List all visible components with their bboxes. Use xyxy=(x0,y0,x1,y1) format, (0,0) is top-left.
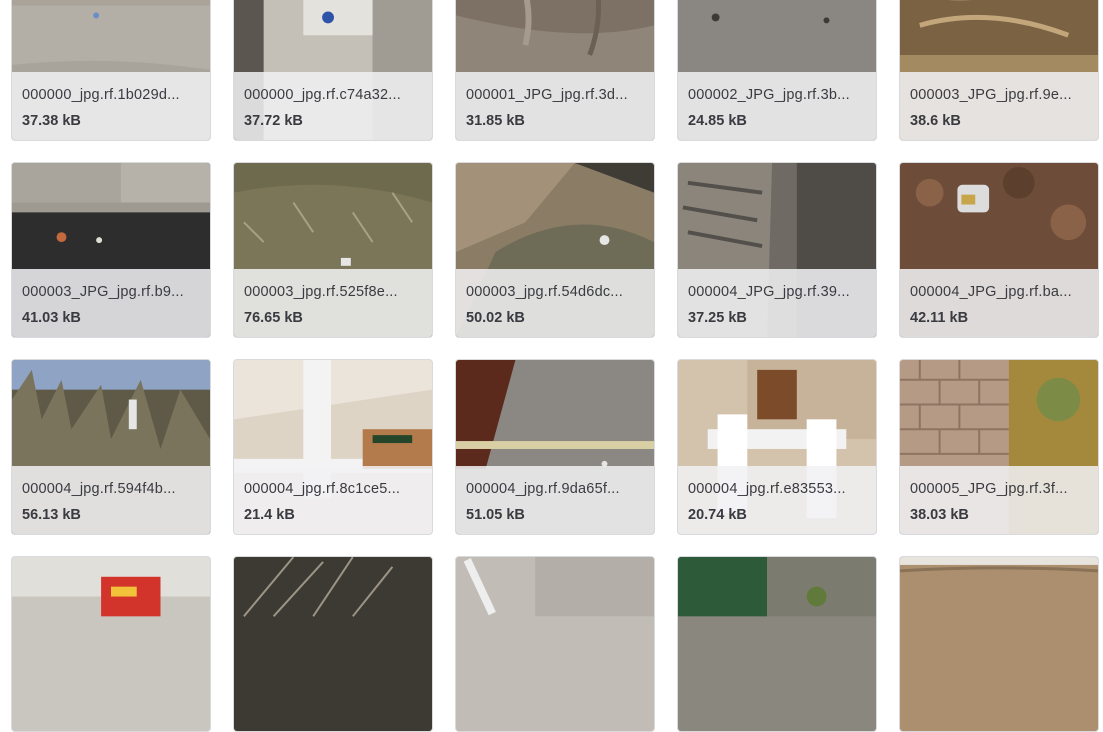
file-size: 38.03 kB xyxy=(910,507,969,523)
file-size: 51.05 kB xyxy=(466,507,525,523)
image-thumbnail[interactable] xyxy=(234,557,432,731)
image-card[interactable] xyxy=(455,556,655,732)
file-name: 000001_JPG_jpg.rf.3d... xyxy=(466,87,628,103)
image-meta: 000003_jpg.rf.54d6dc... 50.02 kB xyxy=(456,269,654,337)
image-meta: 000003_jpg.rf.525f8e... 76.65 kB xyxy=(234,269,432,337)
file-name: 000000_jpg.rf.c74a32... xyxy=(244,87,401,103)
file-size: 24.85 kB xyxy=(688,113,747,129)
file-name: 000002_JPG_jpg.rf.3b... xyxy=(688,87,850,103)
image-card[interactable]: 000004_jpg.rf.8c1ce5... 21.4 kB xyxy=(233,359,433,535)
image-meta: 000004_jpg.rf.e83553... 20.74 kB xyxy=(678,466,876,534)
image-card[interactable]: 000003_jpg.rf.525f8e... 76.65 kB xyxy=(233,162,433,338)
image-meta: 000000_jpg.rf.1b029d... 37.38 kB xyxy=(12,72,210,140)
image-card[interactable]: 000004_jpg.rf.e83553... 20.74 kB xyxy=(677,359,877,535)
image-meta: 000002_JPG_jpg.rf.3b... 24.85 kB xyxy=(678,72,876,140)
file-size: 31.85 kB xyxy=(466,113,525,129)
image-card[interactable]: 000000_jpg.rf.1b029d... 37.38 kB xyxy=(11,0,211,141)
image-card[interactable]: 000002_JPG_jpg.rf.3b... 24.85 kB xyxy=(677,0,877,141)
image-thumbnail[interactable] xyxy=(900,557,1098,731)
file-size: 20.74 kB xyxy=(688,507,747,523)
image-gallery: 000000_jpg.rf.1b029d... 37.38 kB 000000_jp… xyxy=(0,0,1103,732)
image-card[interactable]: 000005_JPG_jpg.rf.3f... 38.03 kB xyxy=(899,359,1099,535)
file-size: 38.6 kB xyxy=(910,113,961,129)
image-card[interactable]: 000004_jpg.rf.9da65f... 51.05 kB xyxy=(455,359,655,535)
image-meta: 000001_JPG_jpg.rf.3d... 31.85 kB xyxy=(456,72,654,140)
image-thumbnail[interactable] xyxy=(678,557,876,731)
image-meta: 000005_JPG_jpg.rf.3f... 38.03 kB xyxy=(900,466,1098,534)
file-name: 000000_jpg.rf.1b029d... xyxy=(22,87,180,103)
file-size: 21.4 kB xyxy=(244,507,295,523)
file-name: 000004_JPG_jpg.rf.39... xyxy=(688,284,850,300)
image-meta: 000000_jpg.rf.c74a32... 37.72 kB xyxy=(234,72,432,140)
file-size: 37.38 kB xyxy=(22,113,81,129)
file-name: 000004_jpg.rf.9da65f... xyxy=(466,481,620,497)
image-card[interactable]: 000000_jpg.rf.c74a32... 37.72 kB xyxy=(233,0,433,141)
image-meta: 000004_jpg.rf.8c1ce5... 21.4 kB xyxy=(234,466,432,534)
image-card[interactable] xyxy=(677,556,877,732)
image-card[interactable]: 000003_JPG_jpg.rf.b9... 41.03 kB xyxy=(11,162,211,338)
file-size: 37.72 kB xyxy=(244,113,303,129)
image-card[interactable]: 000004_JPG_jpg.rf.ba... 42.11 kB xyxy=(899,162,1099,338)
file-name: 000003_JPG_jpg.rf.9e... xyxy=(910,87,1072,103)
image-card[interactable]: 000004_jpg.rf.594f4b... 56.13 kB xyxy=(11,359,211,535)
file-size: 76.65 kB xyxy=(244,310,303,326)
image-thumbnail[interactable] xyxy=(12,557,210,731)
image-meta: 000004_JPG_jpg.rf.39... 37.25 kB xyxy=(678,269,876,337)
file-name: 000004_jpg.rf.e83553... xyxy=(688,481,846,497)
file-size: 50.02 kB xyxy=(466,310,525,326)
file-name: 000003_JPG_jpg.rf.b9... xyxy=(22,284,184,300)
file-name: 000005_JPG_jpg.rf.3f... xyxy=(910,481,1068,497)
file-name: 000004_jpg.rf.8c1ce5... xyxy=(244,481,401,497)
image-card[interactable] xyxy=(11,556,211,732)
file-size: 41.03 kB xyxy=(22,310,81,326)
image-thumbnail[interactable] xyxy=(456,557,654,731)
file-name: 000004_jpg.rf.594f4b... xyxy=(22,481,176,497)
image-meta: 000004_jpg.rf.594f4b... 56.13 kB xyxy=(12,466,210,534)
image-card[interactable]: 000001_JPG_jpg.rf.3d... 31.85 kB xyxy=(455,0,655,141)
image-card[interactable]: 000004_JPG_jpg.rf.39... 37.25 kB xyxy=(677,162,877,338)
file-name: 000003_jpg.rf.525f8e... xyxy=(244,284,398,300)
file-size: 37.25 kB xyxy=(688,310,747,326)
image-card[interactable] xyxy=(233,556,433,732)
image-card[interactable]: 000003_JPG_jpg.rf.9e... 38.6 kB xyxy=(899,0,1099,141)
file-size: 42.11 kB xyxy=(910,310,969,326)
file-name: 000003_jpg.rf.54d6dc... xyxy=(466,284,623,300)
image-meta: 000004_jpg.rf.9da65f... 51.05 kB xyxy=(456,466,654,534)
image-meta: 000003_JPG_jpg.rf.9e... 38.6 kB xyxy=(900,72,1098,140)
image-card[interactable] xyxy=(899,556,1099,732)
image-card[interactable]: 000003_jpg.rf.54d6dc... 50.02 kB xyxy=(455,162,655,338)
file-name: 000004_JPG_jpg.rf.ba... xyxy=(910,284,1072,300)
image-meta: 000004_JPG_jpg.rf.ba... 42.11 kB xyxy=(900,269,1098,337)
file-size: 56.13 kB xyxy=(22,507,81,523)
image-meta: 000003_JPG_jpg.rf.b9... 41.03 kB xyxy=(12,269,210,337)
